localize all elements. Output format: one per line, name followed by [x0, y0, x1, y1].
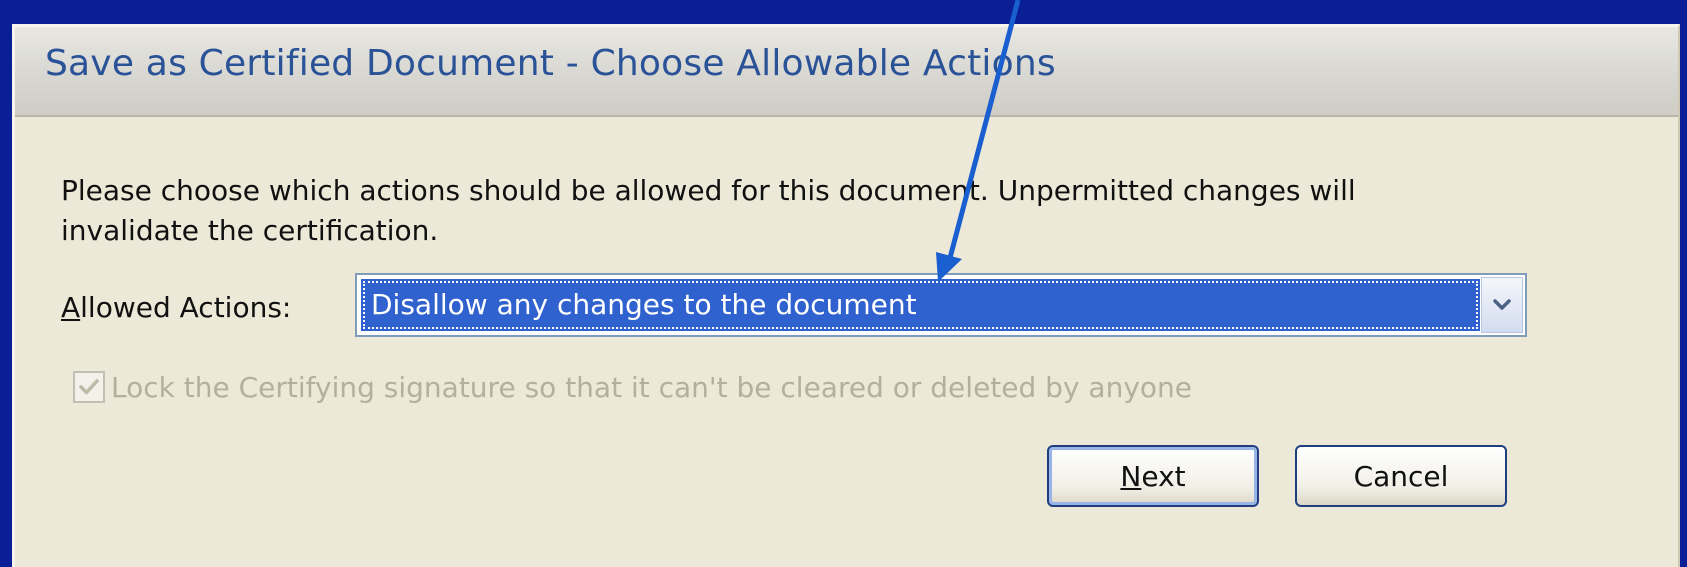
cancel-button[interactable]: Cancel — [1295, 445, 1507, 507]
dialog-title: Save as Certified Document - Choose Allo… — [45, 43, 1056, 84]
check-icon — [79, 379, 99, 395]
allowed-actions-select[interactable]: Disallow any changes to the document — [355, 273, 1527, 337]
next-button[interactable]: Next — [1047, 445, 1259, 507]
lock-signature-checkbox[interactable] — [73, 371, 105, 403]
allowed-actions-mnemonic: A — [61, 291, 81, 324]
certified-document-dialog: Save as Certified Document - Choose Allo… — [12, 24, 1680, 567]
chevron-down-icon — [1493, 299, 1511, 310]
next-label: ext — [1141, 459, 1186, 493]
title-band: Save as Certified Document - Choose Allo… — [15, 27, 1678, 117]
dropdown-button[interactable] — [1481, 277, 1523, 333]
allowed-actions-selected-value: Disallow any changes to the document — [361, 279, 1480, 331]
screen: Save as Certified Document - Choose Allo… — [0, 0, 1687, 567]
lock-signature-option: Lock the Certifying signature so that it… — [73, 367, 1192, 407]
lock-signature-label: Lock the Certifying signature so that it… — [111, 370, 1192, 404]
dialog-description: Please choose which actions should be al… — [61, 174, 1356, 247]
allowed-actions-label-text: llowed Actions: — [80, 291, 292, 324]
next-mnemonic: N — [1120, 459, 1142, 493]
allowed-actions-label: Allowed Actions: — [61, 291, 291, 324]
